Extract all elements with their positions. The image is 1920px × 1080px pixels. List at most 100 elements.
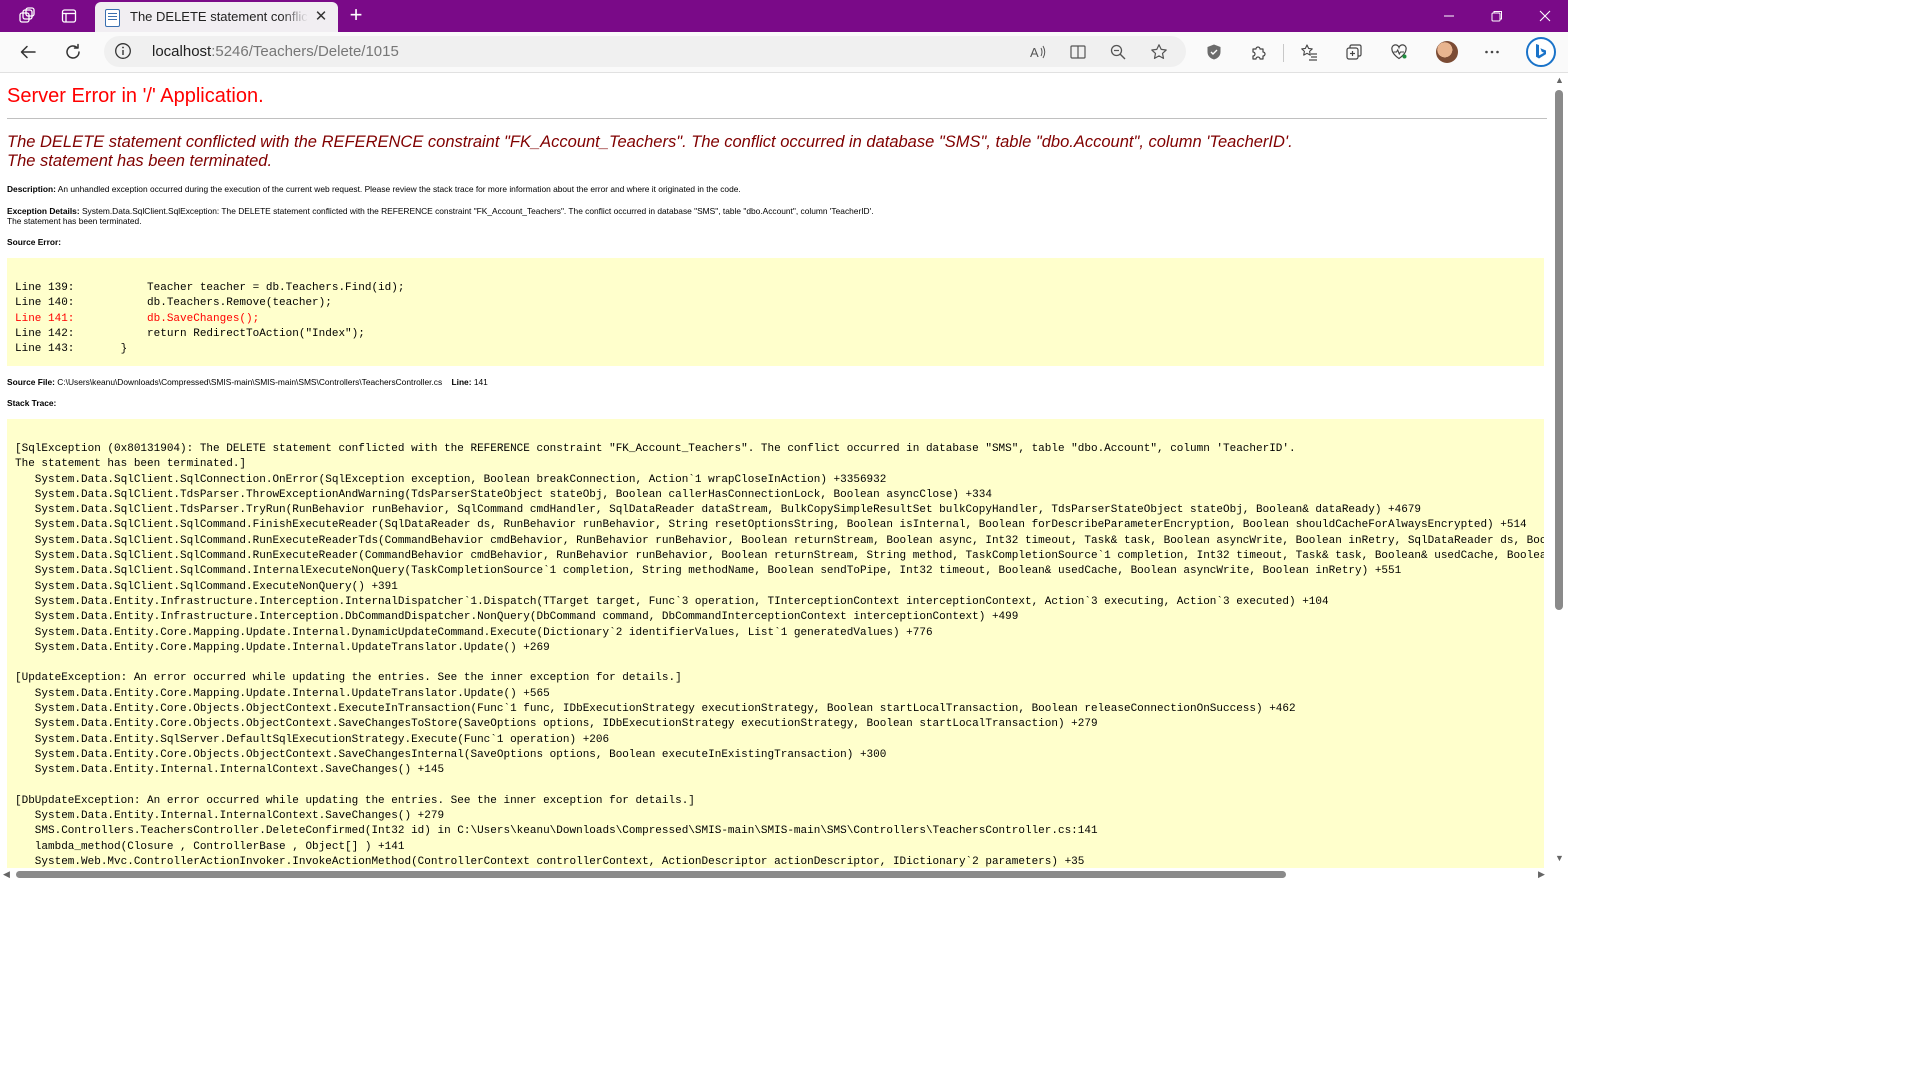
error-message-line2: The statement has been terminated. bbox=[7, 152, 273, 170]
extensions-icon[interactable] bbox=[1245, 38, 1273, 66]
stack-trace-line: System.Data.Entity.Internal.InternalCont… bbox=[15, 810, 445, 823]
browser-toolbar: localhost:5246/Teachers/Delete/1015 A bbox=[0, 32, 1568, 73]
stack-trace-line: [DbUpdateException: An error occurred wh… bbox=[15, 794, 695, 807]
scroll-down-icon[interactable]: ▼ bbox=[1555, 854, 1564, 863]
stack-trace-line: System.Data.Entity.Core.Mapping.Update.I… bbox=[15, 687, 550, 700]
shield-icon[interactable] bbox=[1200, 38, 1228, 66]
stack-trace-line: System.Data.Entity.Core.Objects.ObjectCo… bbox=[15, 748, 887, 761]
stack-trace-heading: Stack Trace: bbox=[7, 398, 56, 408]
stack-trace-box: [SqlException (0x80131904): The DELETE s… bbox=[7, 419, 1544, 868]
description-label: Description: bbox=[7, 184, 56, 194]
source-line: Line 142: return RedirectToAction("Index… bbox=[15, 327, 365, 340]
error-message-line1: The DELETE statement conflicted with the… bbox=[7, 133, 1293, 151]
favorite-star-icon[interactable] bbox=[1147, 40, 1171, 64]
page-viewport: Server Error in '/' Application. The DEL… bbox=[0, 73, 1550, 868]
immersive-reader-icon[interactable] bbox=[1066, 40, 1090, 64]
scroll-up-icon[interactable]: ▲ bbox=[1555, 76, 1564, 85]
zoom-icon[interactable] bbox=[1106, 40, 1130, 64]
vertical-scrollbar[interactable]: ▲ ▼ bbox=[1550, 73, 1568, 868]
source-line-highlighted: Line 141: db.SaveChanges(); bbox=[15, 312, 260, 325]
stack-trace-line: [UpdateException: An error occurred whil… bbox=[15, 672, 682, 685]
tab-actions-icon[interactable] bbox=[56, 0, 82, 32]
stack-trace-line: System.Data.SqlClient.SqlCommand.RunExec… bbox=[15, 550, 1544, 563]
url-host: localhost bbox=[152, 43, 212, 60]
page-favicon-icon bbox=[105, 9, 120, 27]
more-options-icon[interactable] bbox=[1478, 38, 1506, 66]
line-label: Line: bbox=[451, 377, 472, 387]
exception-label: Exception Details: bbox=[7, 206, 80, 216]
tab-strip: The DELETE statement conflicted ✕ + bbox=[0, 0, 1568, 32]
stack-trace-line: System.Data.SqlClient.SqlCommand.Interna… bbox=[15, 565, 1402, 578]
source-code-box: Line 139: Teacher teacher = db.Teachers.… bbox=[7, 258, 1544, 366]
stack-trace-line: System.Data.SqlClient.SqlCommand.FinishE… bbox=[15, 519, 1527, 532]
stack-trace-line: System.Data.Entity.Core.Objects.ObjectCo… bbox=[15, 718, 1098, 731]
stack-trace-line: [SqlException (0x80131904): The DELETE s… bbox=[15, 443, 1296, 455]
copilot-icon[interactable] bbox=[1526, 37, 1556, 67]
description: Description: An unhandled exception occu… bbox=[7, 184, 741, 194]
browser-essentials-icon[interactable] bbox=[1385, 38, 1413, 66]
exception-details: Exception Details: System.Data.SqlClient… bbox=[7, 206, 874, 226]
source-file-path: C:\Users\keanu\Downloads\Compressed\SMIS… bbox=[57, 377, 443, 387]
description-text: An unhandled exception occurred during t… bbox=[57, 184, 741, 194]
scroll-left-icon[interactable]: ◀ bbox=[3, 870, 10, 879]
stack-trace-line: System.Data.Entity.Core.Mapping.Update.I… bbox=[15, 626, 933, 639]
line-number: 141 bbox=[473, 377, 488, 387]
favorites-icon[interactable] bbox=[1295, 38, 1323, 66]
stack-trace-line bbox=[15, 779, 1544, 794]
url-text: localhost:5246/Teachers/Delete/1015 bbox=[152, 43, 399, 60]
scroll-right-icon[interactable]: ▶ bbox=[1538, 870, 1545, 879]
source-line: Line 139: Teacher teacher = db.Teachers.… bbox=[15, 282, 405, 294]
title-divider bbox=[7, 118, 1547, 119]
source-line: Line 140: db.Teachers.Remove(teacher); bbox=[15, 297, 332, 310]
stack-trace-line: System.Data.Entity.Internal.InternalCont… bbox=[15, 764, 445, 777]
minimize-icon[interactable] bbox=[1426, 0, 1472, 32]
error-message: The DELETE statement conflicted with the… bbox=[7, 133, 1547, 171]
source-file-label: Source File: bbox=[7, 377, 55, 387]
stack-trace-label: Stack Trace: bbox=[7, 398, 57, 408]
profile-avatar[interactable] bbox=[1436, 41, 1458, 63]
source-code: Line 139: Teacher teacher = db.Teachers.… bbox=[7, 258, 1544, 357]
stack-trace-line: System.Data.SqlClient.SqlConnection.OnEr… bbox=[15, 473, 887, 486]
stack-trace-line: System.Data.Entity.SqlServer.DefaultSqlE… bbox=[15, 733, 610, 746]
stack-trace-line: System.Data.Entity.Infrastructure.Interc… bbox=[15, 611, 1019, 624]
close-window-icon[interactable] bbox=[1522, 0, 1568, 32]
read-aloud-icon[interactable]: A bbox=[1026, 40, 1050, 64]
new-tab-button[interactable]: + bbox=[343, 3, 369, 29]
stack-trace: [SqlException (0x80131904): The DELETE s… bbox=[7, 419, 1544, 868]
tab-active[interactable]: The DELETE statement conflicted ✕ bbox=[95, 2, 338, 32]
refresh-icon[interactable] bbox=[59, 38, 87, 66]
toolbar-divider bbox=[1283, 44, 1284, 62]
url-path: :5246/Teachers/Delete/1015 bbox=[211, 43, 399, 60]
tab-title: The DELETE statement conflicted bbox=[130, 9, 308, 24]
stack-trace-line: System.Data.Entity.Infrastructure.Interc… bbox=[15, 595, 1329, 608]
stack-trace-line: System.Data.SqlClient.SqlCommand.RunExec… bbox=[15, 534, 1544, 547]
source-error-heading: Source Error: bbox=[7, 237, 61, 247]
stack-trace-line: System.Data.Entity.Core.Objects.ObjectCo… bbox=[15, 703, 1296, 716]
svg-text:A: A bbox=[1030, 45, 1039, 60]
stack-trace-line: System.Data.SqlClient.TdsParser.TryRun(R… bbox=[15, 504, 1422, 517]
horizontal-scroll-thumb[interactable] bbox=[16, 871, 1286, 878]
source-file-info: Source File: C:\Users\keanu\Downloads\Co… bbox=[7, 377, 488, 387]
stack-trace-line: SMS.Controllers.TeachersController.Delet… bbox=[15, 825, 1098, 838]
vertical-scroll-thumb[interactable] bbox=[1555, 90, 1563, 610]
tab-close-icon[interactable]: ✕ bbox=[312, 8, 330, 26]
site-info-icon[interactable] bbox=[114, 42, 132, 60]
stack-trace-line: System.Data.Entity.Core.Mapping.Update.I… bbox=[15, 641, 550, 654]
horizontal-scrollbar[interactable]: ◀ ▶ bbox=[0, 868, 1568, 882]
page-title: Server Error in '/' Application. bbox=[7, 85, 264, 107]
workspaces-icon[interactable] bbox=[14, 0, 40, 32]
stack-trace-line: lambda_method(Closure , ControllerBase ,… bbox=[15, 840, 405, 853]
exception-text: System.Data.SqlClient.SqlException: The … bbox=[81, 206, 874, 216]
stack-trace-line: System.Data.SqlClient.SqlCommand.Execute… bbox=[15, 580, 398, 593]
collections-icon[interactable] bbox=[1340, 38, 1368, 66]
source-line: Line 143: } bbox=[15, 343, 128, 356]
stack-trace-line bbox=[15, 656, 1544, 671]
stack-trace-line: The statement has been terminated.] bbox=[15, 458, 247, 471]
exception-text-2: The statement has been terminated. bbox=[7, 216, 142, 226]
back-icon[interactable] bbox=[14, 38, 42, 66]
stack-trace-line: System.Data.SqlClient.TdsParser.ThrowExc… bbox=[15, 488, 992, 501]
stack-trace-line: System.Web.Mvc.ControllerActionInvoker.I… bbox=[15, 856, 1085, 868]
restore-icon[interactable] bbox=[1474, 0, 1520, 32]
source-error-label: Source Error: bbox=[7, 237, 61, 247]
address-bar[interactable]: localhost:5246/Teachers/Delete/1015 A bbox=[104, 36, 1186, 67]
